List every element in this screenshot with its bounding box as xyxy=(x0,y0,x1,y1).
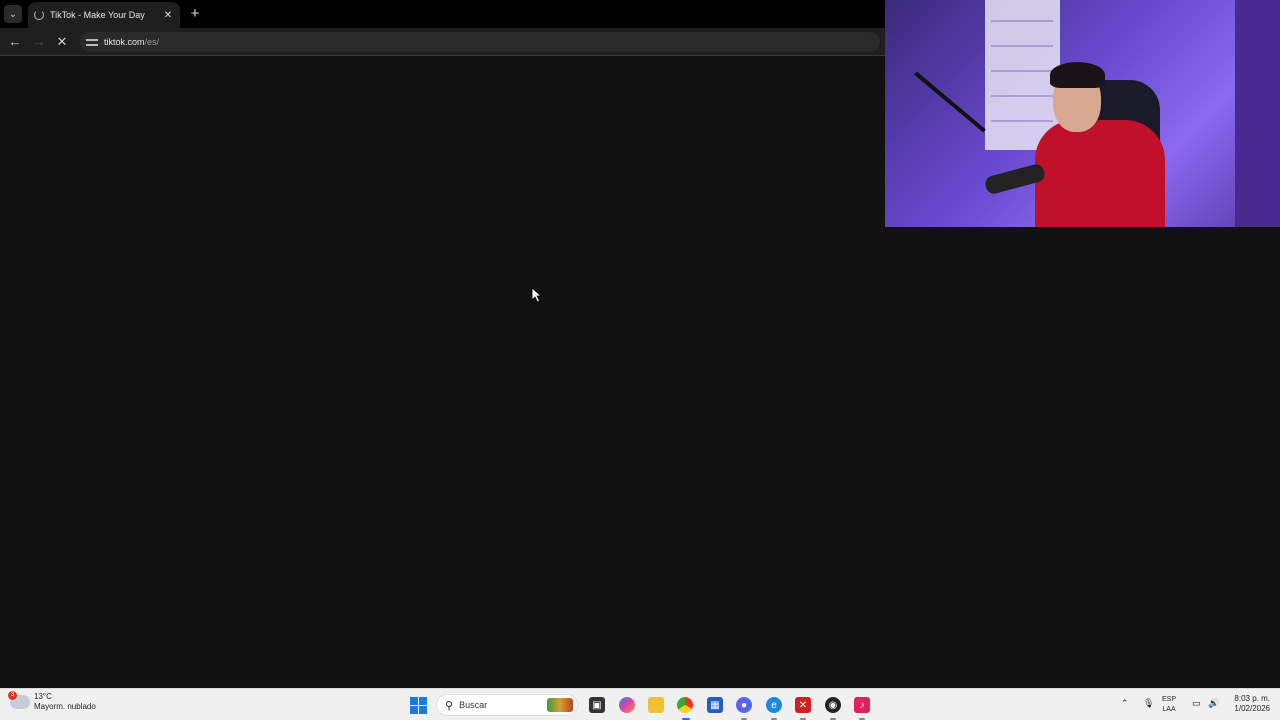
bookshelf xyxy=(985,0,1060,150)
tiktok-icon[interactable]: ♪ xyxy=(854,697,870,713)
stop-loading-icon[interactable]: ✕ xyxy=(53,33,71,51)
tab-title: TikTok - Make Your Day xyxy=(50,10,145,20)
language-indicator[interactable]: ESP LAA xyxy=(1162,695,1176,715)
weather-badge: 3 xyxy=(8,691,17,700)
chevron-up-icon[interactable]: ⌃ xyxy=(1121,698,1129,709)
back-arrow-icon[interactable]: ← xyxy=(6,33,24,51)
weather-desc: Mayorm. nublado xyxy=(34,702,96,711)
url-host: tiktok.com xyxy=(104,37,145,47)
close-tab-icon[interactable]: ✕ xyxy=(162,10,174,21)
clock[interactable]: 8:03 p. m. 1/02/2026 xyxy=(1234,694,1270,714)
language-line1: ESP xyxy=(1162,696,1177,703)
clock-date: 1/02/2026 xyxy=(1234,704,1270,713)
search-highlight-icon xyxy=(547,698,573,712)
weather-widget[interactable]: 3 13°C Mayorm. nublado xyxy=(8,691,96,712)
clock-time: 8:03 p. m. xyxy=(1234,694,1270,703)
person-hair xyxy=(1050,62,1105,88)
weather-temp: 13°C xyxy=(34,692,52,701)
taskbar-search[interactable]: ⚲ Buscar xyxy=(436,694,578,716)
person-body xyxy=(1035,120,1165,227)
copilot-icon[interactable] xyxy=(619,697,635,713)
search-icon: ⚲ xyxy=(445,699,454,712)
obs-icon[interactable]: ◉ xyxy=(825,697,841,713)
volume-icon[interactable]: 🔊 xyxy=(1208,698,1219,709)
site-info-icon[interactable] xyxy=(86,37,98,47)
discord-icon[interactable]: ● xyxy=(736,697,752,713)
store-icon[interactable]: ▦ xyxy=(707,697,723,713)
file-explorer-icon[interactable] xyxy=(648,697,664,713)
mic-arm xyxy=(914,71,986,133)
door xyxy=(1235,0,1280,227)
tab-search-chevron-down-icon[interactable]: ⌄ xyxy=(4,5,22,23)
forward-arrow-icon[interactable]: → xyxy=(30,33,48,51)
edge-icon[interactable]: e xyxy=(766,697,782,713)
microphone-icon[interactable]: 🎙 xyxy=(1143,698,1154,709)
new-tab-plus-icon[interactable]: + xyxy=(186,5,204,23)
address-bar[interactable]: tiktok.com/es/ xyxy=(80,32,880,52)
language-line2: LAA xyxy=(1162,706,1176,713)
windows-taskbar: 3 13°C Mayorm. nublado ⚲ Buscar ▣ ▦ ● e … xyxy=(0,688,1280,720)
network-icon[interactable]: ▭ xyxy=(1192,698,1201,709)
start-windows-icon[interactable] xyxy=(410,697,427,714)
x-app-icon[interactable]: ✕ xyxy=(795,697,811,713)
search-placeholder: Buscar xyxy=(459,700,488,710)
cloud-icon: 3 xyxy=(8,691,30,709)
mouse-cursor-icon xyxy=(531,287,543,303)
webcam-overlay xyxy=(885,0,1280,227)
task-view-icon[interactable]: ▣ xyxy=(589,697,605,713)
url-path: /es/ xyxy=(144,37,160,47)
tab-tiktok[interactable]: TikTok - Make Your Day ✕ xyxy=(28,2,180,28)
loading-spinner-icon xyxy=(34,10,44,20)
chrome-icon[interactable] xyxy=(677,697,693,713)
